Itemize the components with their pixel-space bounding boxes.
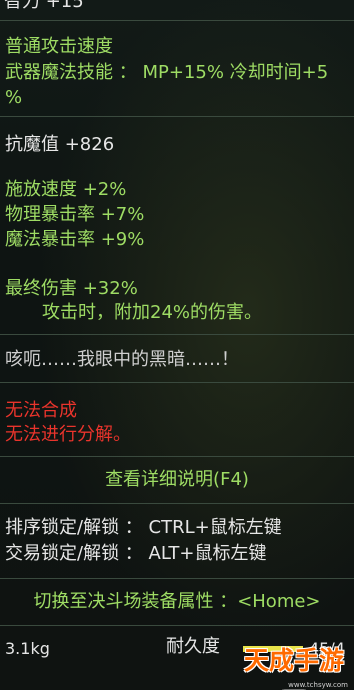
divider [0, 334, 354, 335]
view-details-button[interactable]: 查看详细说明(F4) [0, 469, 354, 491]
hint-sort-lock: 排序锁定/解锁 ： CTRL+鼠标左键 [5, 517, 282, 538]
divider [0, 456, 354, 457]
stat-physical-crit: 物理暴击率 +7% [5, 204, 145, 225]
final-damage-detail: 攻击时，附加24%的伤害。 [42, 302, 263, 323]
restriction-no-combine: 无法合成 [5, 400, 77, 421]
site-watermark-url: www.tchsyw.com [288, 681, 348, 689]
site-watermark-logo: 天成手游网 [243, 646, 344, 690]
divider [0, 625, 354, 626]
top-partial-stat: 智力 +15 [4, 0, 84, 12]
magic-resist: 抗魔值 +826 [5, 134, 115, 155]
restriction-no-disassemble: 无法进行分解。 [5, 424, 131, 445]
divider [0, 20, 354, 21]
stat-cast-speed: 施放速度 +2% [5, 179, 127, 200]
effect-line-2: 武器魔法技能 ： MP+15% 冷却时间+5 [5, 62, 329, 83]
item-tooltip: 智力 +15 普通攻击速度 武器魔法技能 ： MP+15% 冷却时间+5 % 抗… [0, 0, 354, 690]
effect-line-1: 普通攻击速度 [5, 36, 113, 57]
divider [0, 116, 354, 117]
divider [0, 578, 354, 579]
divider [0, 503, 354, 504]
divider [0, 382, 354, 383]
switch-arena-button[interactable]: 切换至决斗场装备属性 ：<Home> [0, 591, 354, 613]
stat-magic-crit: 魔法暴击率 +9% [5, 229, 145, 250]
hint-trade-lock: 交易锁定/解锁 ： ALT+鼠标左键 [5, 543, 267, 564]
flavor-text: 咳呃……我眼中的黑暗……！ [5, 349, 239, 370]
final-damage-title: 最终伤害 +32% [5, 278, 138, 299]
effect-line-3: % [5, 87, 23, 108]
item-weight: 3.1kg [5, 639, 50, 658]
durability-label: 耐久度 [166, 636, 220, 657]
